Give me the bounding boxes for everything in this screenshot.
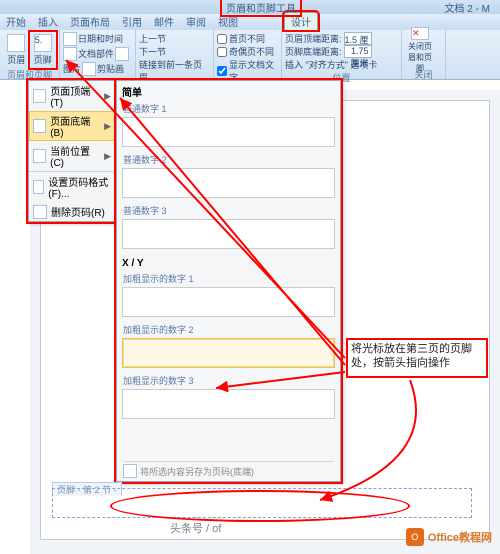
format-icon: [33, 180, 44, 194]
thumb-plain-1[interactable]: [122, 117, 335, 147]
menu-top[interactable]: 页面顶端(T)▶: [29, 81, 115, 111]
top-icon: [33, 89, 46, 103]
thumb-label-1: 普通数字 1: [117, 102, 340, 116]
thumb-label-2: 普通数字 2: [117, 153, 340, 167]
tab-ref[interactable]: 引用: [116, 13, 148, 30]
opt-odd[interactable]: 奇偶页不同: [217, 45, 278, 58]
tab-layout[interactable]: 页面布局: [64, 13, 116, 30]
thumb-label-3: 普通数字 3: [117, 204, 340, 218]
nav-prev[interactable]: 上一节: [139, 32, 210, 45]
align-tab[interactable]: 插入 "对齐方式" 选项卡: [285, 58, 398, 71]
close-button[interactable]: ✕关闭页眉和页脚: [405, 32, 435, 68]
thumb-plain-2[interactable]: [122, 168, 335, 198]
footer-gallery: 简单 普通数字 1 普通数字 2 普通数字 3 X / Y 加粗显示的数字 1 …: [116, 80, 341, 482]
picture-icon[interactable]: [115, 47, 129, 61]
tab-mail[interactable]: 邮件: [148, 13, 180, 30]
thumb-bold-1[interactable]: [122, 287, 335, 317]
thumb-bold-2[interactable]: [122, 338, 335, 368]
nav-next[interactable]: 下一节: [139, 45, 210, 58]
menu-format[interactable]: 设置页码格式(F)...: [29, 172, 115, 202]
gallery-save-hint[interactable]: 将所选内容另存为页码(底端): [123, 461, 334, 478]
date-icon[interactable]: [63, 32, 77, 46]
thumb-label-b2: 加粗显示的数字 2: [117, 323, 340, 337]
menu-bottom[interactable]: 页面底端(B)▶: [29, 111, 115, 141]
thumb-label-b1: 加粗显示的数字 1: [117, 272, 340, 286]
footer-button[interactable]: 5.页脚: [30, 32, 57, 68]
ribbon: 页眉 5.页脚 页眉和页脚 日期和时间 文档部件 图片 剪贴画 插入 上一节 下…: [0, 30, 500, 80]
brand-text: Office教程网: [428, 529, 492, 545]
save-icon: [123, 464, 137, 478]
page-number-menu: 页面顶端(T)▶ 页面底端(B)▶ 当前位置(C)▶ 设置页码格式(F)... …: [28, 80, 116, 222]
quickparts-icon[interactable]: [63, 47, 77, 61]
document-name: 文档 2 - M: [444, 0, 490, 15]
opt-first[interactable]: 首页不同: [217, 32, 278, 45]
header-distance[interactable]: 页眉顶端距离:1.5 厘米: [285, 32, 398, 45]
annotation-ellipse: [110, 490, 410, 522]
annotation-box: 将光标放在第三页的页脚处，按箭头指向操作: [346, 338, 488, 378]
title-bar: 页眉和页脚工具 文档 2 - M: [0, 0, 500, 14]
bottom-icon: [33, 119, 46, 133]
current-icon: [33, 149, 46, 163]
logo-icon: O: [406, 528, 424, 546]
tab-start[interactable]: 开始: [0, 13, 32, 30]
header-button[interactable]: 页眉: [3, 32, 30, 68]
thumb-label-b3: 加粗显示的数字 3: [117, 374, 340, 388]
clipart-icon[interactable]: [82, 62, 96, 76]
footer-distance[interactable]: 页脚底端距离:1.75 厘米: [285, 45, 398, 58]
thumb-plain-3[interactable]: [122, 219, 335, 249]
watermark: O Office教程网: [406, 528, 492, 546]
contextual-tab-label: 页眉和页脚工具: [220, 0, 302, 17]
page-number-icon: 5.: [34, 34, 52, 52]
gallery-section-simple: 简单: [117, 81, 340, 102]
tab-review[interactable]: 审阅: [180, 13, 212, 30]
thumb-bold-3[interactable]: [122, 389, 335, 419]
tab-insert[interactable]: 插入: [32, 13, 64, 30]
menu-current[interactable]: 当前位置(C)▶: [29, 141, 115, 171]
remove-icon: [33, 205, 47, 219]
group-label-close: 关闭: [405, 68, 442, 81]
gallery-section-xy: X / Y: [117, 255, 340, 272]
toutiao-credit: 头条号 / of: [170, 520, 221, 536]
menu-remove[interactable]: 删除页码(R): [29, 202, 115, 221]
